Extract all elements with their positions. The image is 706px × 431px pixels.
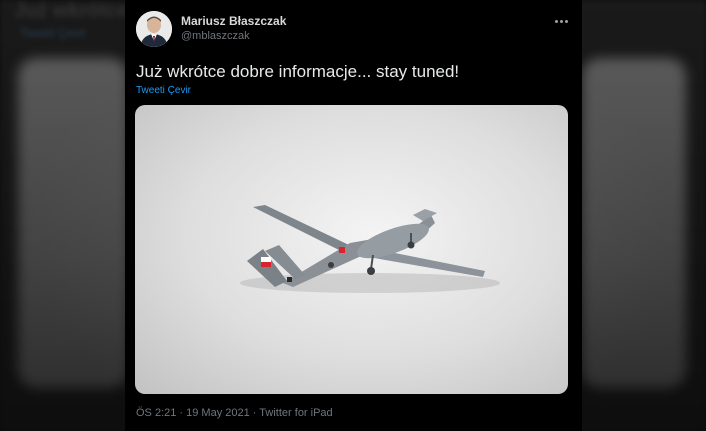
user-handle[interactable]: @mblaszczak [181,30,250,42]
display-name[interactable]: Mariusz Błaszczak [181,14,286,28]
blurred-media-right [582,58,686,388]
drone-model-image [240,205,500,293]
tweet-media-image[interactable] [135,105,568,394]
tweet-card: Mariusz Błaszczak @mblaszczak Już wkrótc… [125,0,582,431]
more-horizontal-icon[interactable] [553,14,569,28]
avatar-photo [136,11,172,47]
tweet-text: Już wkrótce dobre informacje... stay tun… [136,62,460,81]
blurred-background-link: Tweeti Çevir [20,26,87,40]
avatar[interactable] [136,11,172,47]
tweet-timestamp-source[interactable]: ÖS 2:21 · 19 May 2021 · Twitter for iPad [136,407,333,419]
translate-tweet-link[interactable]: Tweeti Çevir [136,85,191,96]
blurred-media-left [18,58,128,388]
blurred-background-text: Już wkrótce [14,0,129,22]
